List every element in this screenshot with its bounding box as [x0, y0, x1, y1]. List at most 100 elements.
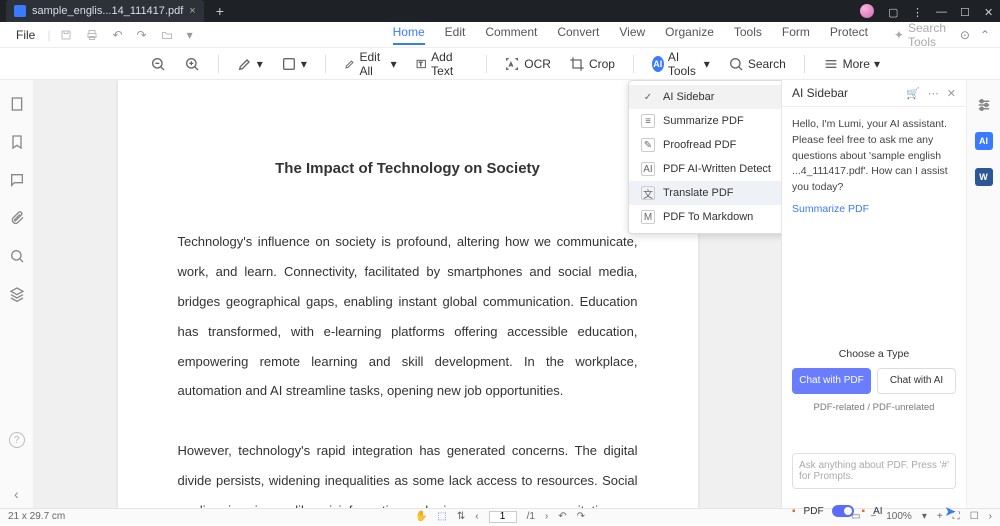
close-window-icon[interactable]: ✕ — [984, 6, 994, 16]
zoom-out-button[interactable] — [150, 56, 166, 72]
dropdown-item-markdown[interactable]: M PDF To Markdown — [629, 205, 781, 229]
dropdown-item-translate[interactable]: 文 Translate PDF — [629, 181, 781, 205]
ocr-tool[interactable]: A OCR — [504, 56, 551, 72]
open-icon[interactable] — [157, 29, 177, 41]
dropdown-caret-icon[interactable]: ▾ — [183, 28, 197, 42]
tab-form[interactable]: Form — [782, 25, 810, 45]
highlighter-tool[interactable]: ▾ — [237, 56, 263, 72]
tab-protect[interactable]: Protect — [830, 25, 868, 45]
ai-sidebar-icon[interactable]: AI — [975, 132, 993, 150]
zoom-dropdown-icon[interactable]: ▾ — [922, 511, 927, 522]
window-controls: ▢ ⋮ — ☐ ✕ — [860, 4, 994, 18]
select-tool-icon[interactable]: ⬚ — [437, 511, 446, 522]
crop-tool[interactable]: Crop — [569, 56, 615, 72]
tab-convert[interactable]: Convert — [557, 25, 599, 45]
tab-home[interactable]: Home — [393, 25, 425, 45]
close-tab-icon[interactable]: × — [189, 5, 195, 17]
ai-chat-input[interactable]: Ask anything about PDF. Press '#' for Pr… — [792, 453, 956, 489]
add-text-label: Add Text — [431, 50, 467, 78]
zoom-controls: ▭ − 100% ▾ + ⛶ ☐ › — [851, 511, 992, 522]
translate-icon: 文 — [641, 186, 655, 200]
markdown-icon: M — [641, 210, 655, 224]
pdf-badge-icon: ▪ — [792, 506, 796, 517]
pdf-page: The Impact of Technology on Society Tech… — [118, 80, 698, 508]
more-tool[interactable]: More▾ — [823, 56, 880, 72]
summarize-link[interactable]: Summarize PDF — [792, 202, 956, 218]
file-menu[interactable]: File — [10, 26, 41, 44]
choose-type-label: Choose a Type — [782, 348, 966, 360]
dropdown-item-proofread[interactable]: ✎ Proofread PDF — [629, 133, 781, 157]
right-sidebar: AI W — [966, 80, 1000, 508]
panel-icon[interactable]: ▢ — [888, 6, 898, 16]
more-icon[interactable]: ⋯ — [928, 87, 939, 100]
cart-icon[interactable]: 🛒 — [906, 87, 920, 100]
prev-page-icon[interactable]: ‹ — [475, 511, 478, 522]
page-total: /1 — [527, 511, 535, 522]
collapse-icon[interactable]: ⌃ — [980, 28, 990, 42]
document-paragraph-1: Technology's influence on society is pro… — [178, 227, 638, 406]
ai-tools-button[interactable]: AI AI Tools▾ — [652, 50, 710, 78]
dropdown-item-ai-detect[interactable]: AI PDF AI-Written Detect — [629, 157, 781, 181]
titlebar: sample_englis...14_111417.pdf × + ▢ ⋮ — … — [0, 0, 1000, 22]
chat-with-pdf-button[interactable]: Chat with PDF — [792, 368, 871, 394]
dropdown-item-summarize[interactable]: ≡ Summarize PDF — [629, 109, 781, 133]
chat-subtext: PDF-related / PDF-unrelated — [782, 402, 966, 413]
word-export-icon[interactable]: W — [975, 168, 993, 186]
ai-panel-title: AI Sidebar — [792, 86, 848, 100]
zoom-out-status-icon[interactable]: − — [870, 511, 876, 522]
thumbnails-icon[interactable] — [9, 96, 25, 112]
hand-tool-icon[interactable]: ✋ — [415, 511, 427, 522]
fullscreen-icon[interactable]: ⛶ — [953, 511, 960, 522]
tab-organize[interactable]: Organize — [665, 25, 714, 45]
add-text-tool[interactable]: T Add Text — [415, 50, 468, 78]
print-icon[interactable] — [82, 29, 102, 41]
ai-panel-header: AI Sidebar 🛒 ⋯ ✕ — [782, 80, 966, 107]
search-tools[interactable]: ✦ Search Tools — [894, 21, 954, 49]
rotate-left-icon[interactable]: ↶ — [558, 511, 566, 522]
search-tools-placeholder: Search Tools — [908, 21, 954, 49]
minimize-icon[interactable]: — — [936, 6, 946, 16]
layers-icon[interactable] — [9, 286, 25, 302]
crop-label: Crop — [589, 57, 615, 71]
cloud-icon[interactable]: ⊙ — [960, 28, 970, 42]
pdf-ai-toggle[interactable] — [832, 505, 854, 517]
check-icon: ✓ — [641, 90, 655, 104]
rotate-right-icon[interactable]: ↷ — [577, 511, 585, 522]
menubar: File | ↶ ↷ ▾ Home Edit Comment Convert V… — [0, 22, 1000, 48]
kebab-icon[interactable]: ⋮ — [912, 6, 922, 16]
expand-right-icon[interactable]: › — [989, 511, 992, 522]
reading-mode-icon[interactable]: ☐ — [970, 511, 979, 522]
tab-tools[interactable]: Tools — [734, 25, 762, 45]
close-panel-icon[interactable]: ✕ — [947, 87, 956, 100]
next-page-icon[interactable]: › — [545, 511, 548, 522]
document-viewport[interactable]: The Impact of Technology on Society Tech… — [34, 80, 781, 508]
new-tab-button[interactable]: + — [216, 3, 224, 19]
save-icon[interactable] — [56, 29, 76, 41]
tab-view[interactable]: View — [619, 25, 645, 45]
dropdown-item-ai-sidebar[interactable]: ✓ AI Sidebar — [629, 85, 781, 109]
edit-all-tool[interactable]: Edit All▾ — [344, 50, 397, 78]
tab-comment[interactable]: Comment — [485, 25, 537, 45]
attachments-icon[interactable] — [9, 210, 25, 226]
zoom-in-button[interactable] — [184, 56, 200, 72]
bookmarks-icon[interactable] — [9, 134, 25, 150]
page-number-input[interactable] — [489, 511, 517, 523]
main-area: ? The Impact of Technology on Society Te… — [0, 80, 1000, 508]
back-arrow-icon[interactable]: ‹ — [14, 486, 19, 502]
maximize-icon[interactable]: ☐ — [960, 6, 970, 16]
shape-tool[interactable]: ▾ — [281, 56, 307, 72]
comments-icon[interactable] — [9, 172, 25, 188]
tab-edit[interactable]: Edit — [445, 25, 466, 45]
redo-icon[interactable]: ↷ — [133, 28, 151, 42]
chat-with-ai-button[interactable]: Chat with AI — [877, 368, 956, 394]
search-sidebar-icon[interactable] — [9, 248, 25, 264]
settings-icon[interactable] — [975, 96, 993, 114]
undo-icon[interactable]: ↶ — [108, 28, 126, 42]
user-avatar-icon[interactable] — [860, 4, 874, 18]
document-tab[interactable]: sample_englis...14_111417.pdf × — [6, 0, 204, 22]
scroll-mode-icon[interactable]: ⇅ — [457, 511, 465, 522]
search-tool[interactable]: Search — [728, 56, 786, 72]
help-icon[interactable]: ? — [9, 432, 25, 448]
zoom-in-status-icon[interactable]: + — [937, 511, 943, 522]
wand-icon: ✦ — [894, 28, 904, 42]
